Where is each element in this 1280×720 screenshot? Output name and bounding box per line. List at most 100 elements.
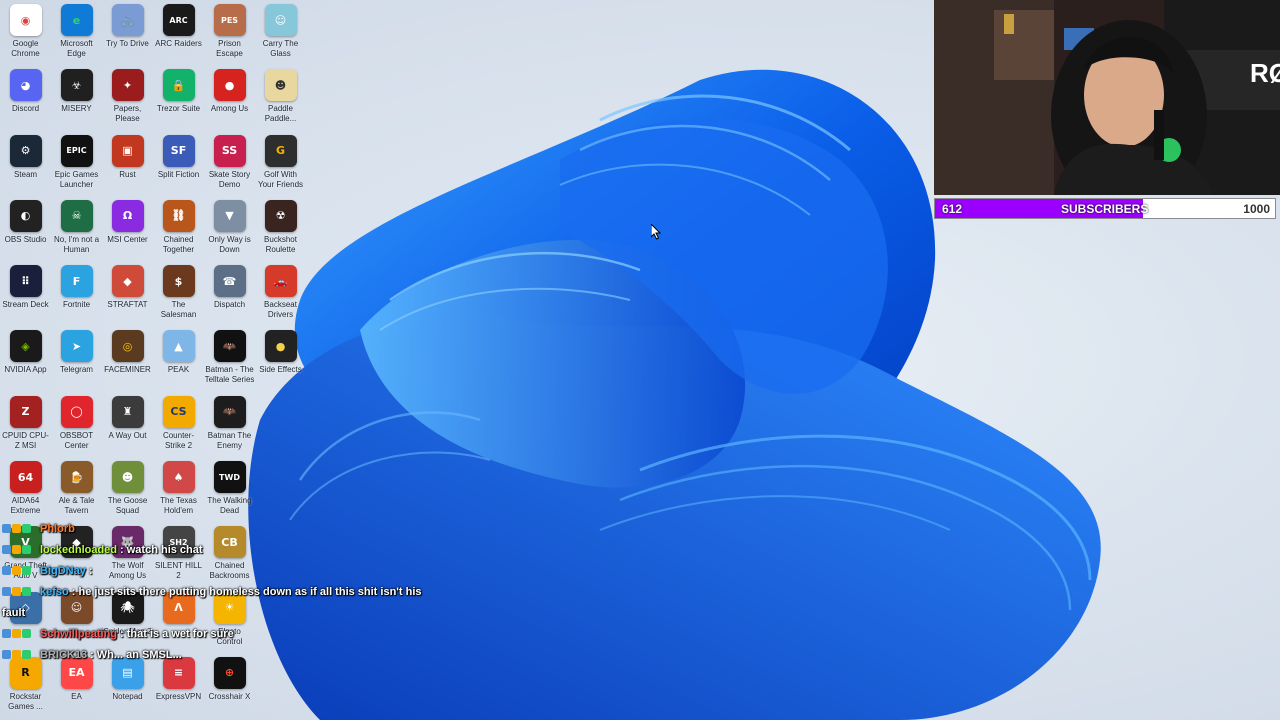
desktop-icon-prison-escape-simulator[interactable]: PES Prison Escape Simulator — [204, 2, 255, 67]
chat-badge-icon — [2, 524, 11, 533]
chat-badge-icon — [2, 566, 11, 575]
desktop-icon-notepad[interactable]: ▤ Notepad — [102, 655, 153, 720]
desktop-icon-dispatch[interactable]: ☎ Dispatch — [204, 263, 255, 328]
desktop-icon-counter-strike-2[interactable]: CS Counter-Strike 2 — [153, 394, 204, 459]
chat-message: lockednloaded: watch his chat — [2, 544, 203, 556]
desktop-icon-label: Buckshot Roulette — [264, 234, 297, 254]
desktop-icon-epic-games-launcher[interactable]: EPIC Epic Games Launcher — [51, 133, 102, 198]
desktop-icon-discord[interactable]: ◕ Discord — [0, 67, 51, 132]
chat-badges — [2, 649, 40, 661]
chat-badge-icon — [2, 587, 11, 596]
chat-badge-icon — [12, 545, 21, 554]
edge-icon: e — [60, 4, 93, 36]
desktop-icon-label: Notepad — [112, 691, 143, 701]
desktop-icon-among-us[interactable]: ● Among Us — [204, 67, 255, 132]
desktop-icon-split-fiction[interactable]: SF Split Fiction — [153, 133, 204, 198]
desktop-icon-label: Chained Together — [162, 234, 195, 254]
desktop-icon-try-to-drive[interactable]: 🚲 Try To Drive — [102, 2, 153, 67]
desktop-icon-steam[interactable]: ⚙ Steam — [0, 133, 51, 198]
obs-icon: ◐ — [9, 199, 42, 232]
desktop-icon-paddle-paddle[interactable]: ☻ Paddle Paddle... — [255, 67, 306, 132]
chat-message: Schwillpeating: that is a wet for sure — [2, 628, 234, 640]
desktop-icon-crosshair-x[interactable]: ⊕ Crosshair X — [204, 655, 255, 720]
desktop-icon-rust[interactable]: ▣ Rust — [102, 133, 153, 198]
game-icon: SF — [162, 134, 195, 167]
chat-message: BRICK13: Wh... an SMSL... — [2, 649, 182, 661]
chrome-icon: ◉ — [9, 4, 42, 36]
chat-text: : Wh... an SMSL... — [90, 649, 182, 661]
subscriber-goal-bar: 612 SUBSCRIBERS 1000 — [934, 198, 1276, 219]
desktop-icon-rockstar-games[interactable]: R Rockstar Games ... — [0, 655, 51, 720]
desktop-empty-slot — [255, 394, 306, 459]
desktop-icon-label: Side Effects — [259, 365, 302, 375]
desktop-icon-backseat-drivers[interactable]: 🚗 Backseat Drivers — [255, 263, 306, 328]
desktop-icon-label: OBSBOT Center — [59, 430, 94, 450]
desktop-icon-msi-center[interactable]: Ω MSI Center — [102, 198, 153, 263]
desktop-icon-no-i-m-not-a-human[interactable]: ☠ No, I'm not a Human — [51, 198, 102, 263]
desktop-icon-ea[interactable]: EA EA — [51, 655, 102, 720]
desktop-icon-carry-the-glass[interactable]: ☺ Carry The Glass — [255, 2, 306, 67]
chat-badge-icon — [12, 629, 21, 638]
desktop-icon-cpuid-cpu-z-msi[interactable]: Z CPUID CPU-Z MSI — [0, 394, 51, 459]
chat-text: : that is a wet for sure — [120, 628, 234, 640]
desktop-icon-golf-with-your-friends[interactable]: G Golf With Your Friends — [255, 133, 306, 198]
game-icon: ♜ — [111, 395, 144, 428]
desktop-icon-skate-story-demo[interactable]: SS Skate Story Demo — [204, 133, 255, 198]
desktop-icon-label: Epic Games Launcher — [54, 169, 99, 189]
desktop-icon-label: Google Chrome — [11, 39, 40, 58]
chat-badge-icon — [22, 629, 31, 638]
chat-badge-icon — [12, 524, 21, 533]
game-icon: ☣ — [60, 69, 93, 102]
game-icon: ☠ — [60, 199, 93, 232]
desktop-icon-label: Split Fiction — [157, 169, 200, 179]
chat-message: Phlorb — [2, 523, 78, 535]
subscriber-label: SUBSCRIBERS — [1061, 202, 1149, 216]
desktop-icon-batman-the-enemy[interactable]: 🦇 Batman The Enemy — [204, 394, 255, 459]
desktop-icon-label: Rockstar Games ... — [8, 691, 43, 711]
aida-icon: 64 — [9, 461, 42, 494]
desktop-icon-fortnite[interactable]: F Fortnite — [51, 263, 102, 328]
game-icon: ☢ — [264, 199, 297, 232]
desktop-icon-arc-raiders[interactable]: ARC ARC Raiders — [153, 2, 204, 67]
msi-icon: Ω — [111, 199, 144, 232]
chat-username: BigDNay — [40, 565, 86, 577]
desktop-icon-a-way-out[interactable]: ♜ A Way Out — [102, 394, 153, 459]
game-icon: 🦇 — [213, 395, 246, 428]
desktop-icon-misery[interactable]: ☣ MISERY — [51, 67, 102, 132]
desktop-icon-side-effects[interactable]: ● Side Effects — [255, 328, 306, 393]
chat-text: : watch his chat — [120, 544, 203, 556]
game-icon: 🚗 — [264, 265, 297, 298]
desktop-icon-label: CPUID CPU-Z MSI — [2, 430, 49, 450]
desktop-icon-buckshot-roulette[interactable]: ☢ Buckshot Roulette — [255, 198, 306, 263]
desktop-icon-peak[interactable]: ▲ PEAK — [153, 328, 204, 393]
desktop-icon-microsoft-edge[interactable]: e Microsoft Edge — [51, 2, 102, 67]
game-icon: ▲ — [162, 330, 195, 363]
desktop-icon-stream-deck[interactable]: ⠿ Stream Deck — [0, 263, 51, 328]
chat-username: Phlorb — [40, 523, 75, 535]
desktop-icon-obsbot-center[interactable]: ◯ OBSBOT Center — [51, 394, 102, 459]
desktop-icon-label: Backseat Drivers — [264, 300, 297, 320]
desktop-icon-expressvpn[interactable]: ≡ ExpressVPN — [153, 655, 204, 720]
desktop-icon-label: Dispatch — [213, 300, 246, 310]
desktop-icon-only-way-is-down[interactable]: ▼ Only Way is Down — [204, 198, 255, 263]
desktop-icon-label: PEAK — [167, 365, 190, 375]
desktop-icon-straftat[interactable]: ◆ STRAFTAT — [102, 263, 153, 328]
webcam-overlay-text: RØ — [1250, 58, 1280, 88]
desktop-icon-obs-studio[interactable]: ◐ OBS Studio — [0, 198, 51, 263]
chat-username: Schwillpeating — [40, 628, 118, 640]
steam-icon: ⚙ — [9, 134, 42, 167]
desktop-icon-telegram[interactable]: ➤ Telegram — [51, 328, 102, 393]
desktop-icon-the-salesman[interactable]: $ The Salesman — [153, 263, 204, 328]
desktop-icon-trezor-suite[interactable]: 🔒 Trezor Suite — [153, 67, 204, 132]
desktop-icon-batman-the-telltale-series[interactable]: 🦇 Batman - The Telltale Series — [204, 328, 255, 393]
desktop-icon-label: Batman - The Telltale Series — [204, 365, 255, 385]
chat-badges — [2, 586, 40, 598]
desktop-icon-chained-together[interactable]: ⛓ Chained Together — [153, 198, 204, 263]
desktop-icon-papers-please[interactable]: ✦ Papers, Please — [102, 67, 153, 132]
desktop-icon-google-chrome[interactable]: ◉ Google Chrome — [0, 2, 51, 67]
desktop-icon-label: Paddle Paddle... — [264, 104, 297, 124]
desktop-icon-nvidia-app[interactable]: ◈ NVIDIA App — [0, 328, 51, 393]
chat-message: fault — [2, 607, 25, 619]
desktop-icon-faceminer[interactable]: ◎ FACEMINER — [102, 328, 153, 393]
desktop-icon-label: Try To Drive — [106, 39, 149, 48]
